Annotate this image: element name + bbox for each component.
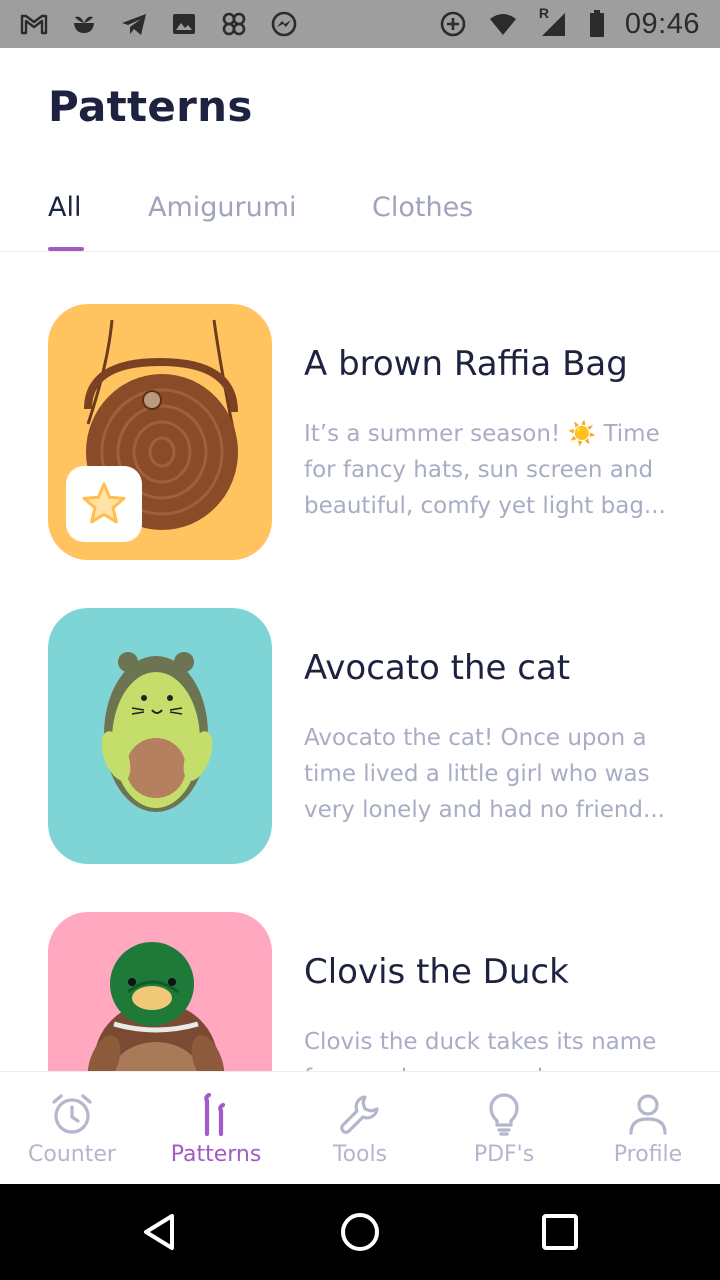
star-icon	[82, 482, 126, 524]
description-line: Avocato the cat! Once upon a	[304, 725, 647, 751]
pattern-description: Clovis the duck takes its name from a pl…	[304, 1024, 674, 1071]
recents-icon[interactable]	[538, 1210, 582, 1254]
active-tab-indicator	[48, 247, 84, 251]
tab-clothes[interactable]: Clothes	[372, 192, 473, 223]
favorite-badge[interactable]	[66, 466, 142, 542]
nav-counter[interactable]: Counter	[0, 1090, 144, 1167]
avocado-cat-icon	[101, 652, 213, 812]
duck-icon	[87, 942, 225, 1071]
nav-label: Counter	[28, 1142, 116, 1167]
person-icon	[624, 1090, 672, 1138]
tab-amigurumi[interactable]: Amigurumi	[148, 192, 297, 223]
description-line: very lonely and had no friend...	[304, 797, 665, 823]
pattern-card[interactable]: A brown Raffia Bag It’s a summer season!…	[48, 304, 688, 560]
description-line: time lived a little girl who was	[304, 761, 650, 787]
pattern-description: It’s a summer season! ☀️ Time for fancy …	[304, 416, 674, 524]
bottom-navigation: Counter Patterns Tools PDF's Profile	[0, 1071, 720, 1184]
nav-profile[interactable]: Profile	[576, 1090, 720, 1167]
pattern-thumbnail[interactable]	[48, 912, 272, 1071]
system-navigation-bar	[0, 1184, 720, 1280]
nav-label: Profile	[613, 1142, 683, 1167]
status-time: 09:46	[624, 7, 700, 40]
pattern-title[interactable]: A brown Raffia Bag	[304, 344, 628, 384]
crochet-hooks-icon	[192, 1090, 240, 1138]
nav-patterns[interactable]: Patterns	[144, 1090, 288, 1167]
gallery-icon	[168, 9, 200, 39]
alarm-clock-icon	[48, 1090, 96, 1138]
back-icon[interactable]	[138, 1210, 182, 1254]
tab-all[interactable]: All	[48, 192, 81, 223]
wrench-icon	[336, 1090, 384, 1138]
pattern-description: Avocato the cat! Once upon a time lived …	[304, 720, 674, 828]
tab-bar: All Amigurumi Clothes	[0, 180, 720, 252]
description-line: Clovis the duck takes its name	[304, 1029, 657, 1055]
nav-label: Tools	[332, 1142, 388, 1167]
description-line: for fancy hats, sun screen and	[304, 457, 654, 483]
status-left	[18, 9, 300, 39]
pattern-thumbnail[interactable]	[48, 608, 272, 864]
description-line: from a place somewhere...	[304, 1060, 674, 1071]
pattern-title[interactable]: Avocato the cat	[304, 648, 570, 688]
nav-tools[interactable]: Tools	[288, 1090, 432, 1167]
bird-icon	[68, 9, 100, 39]
status-right: R 09:46	[437, 5, 700, 41]
pattern-card[interactable]: Avocato the cat Avocato the cat! Once up…	[48, 608, 688, 864]
data-saver-icon	[437, 9, 469, 39]
page-title: Patterns	[48, 82, 253, 131]
pattern-title[interactable]: Clovis the Duck	[304, 952, 569, 992]
nav-pdfs[interactable]: PDF's	[432, 1090, 576, 1167]
telegram-icon	[118, 9, 150, 39]
signal-icon: R	[537, 5, 569, 39]
signal-roaming-label: R	[538, 5, 550, 21]
status-bar: R 09:46	[0, 0, 720, 48]
messenger-icon	[268, 9, 300, 39]
home-icon[interactable]	[338, 1210, 382, 1254]
lightbulb-icon	[480, 1090, 528, 1138]
pattern-list[interactable]: A brown Raffia Bag It’s a summer season!…	[0, 253, 720, 1071]
description-line: beautiful, comfy yet light bag...	[304, 493, 666, 519]
pinwheel-icon	[218, 9, 250, 39]
nav-label: Patterns	[170, 1142, 262, 1167]
description-line: It’s a summer season! ☀️ Time	[304, 421, 660, 447]
pattern-card[interactable]: Clovis the Duck Clovis the duck takes it…	[48, 912, 688, 1071]
battery-icon	[587, 9, 607, 39]
nav-label: PDF's	[473, 1142, 535, 1167]
gmail-icon	[18, 9, 50, 39]
pattern-thumbnail[interactable]	[48, 304, 272, 560]
wifi-icon	[487, 9, 519, 39]
